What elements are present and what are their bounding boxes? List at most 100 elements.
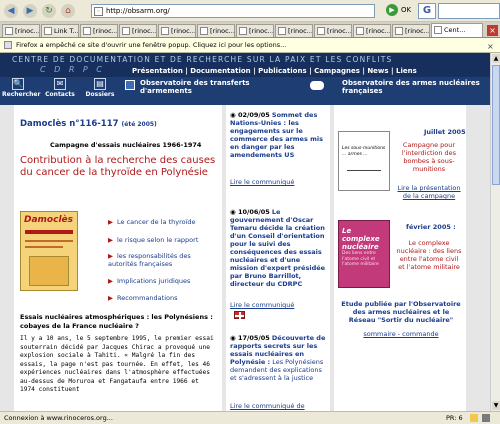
tab-favicon-icon [395,27,403,35]
tab[interactable]: [rinoc... [275,24,313,37]
study-text: Etude publiée par l'Observatoire des arm… [341,300,461,324]
tab-favicon-icon [356,27,364,35]
news-item: ◉ 10/06/05 Le gouvernement d'Oscar Temar… [230,208,326,288]
page-viewport: CENTRE DE DOCUMENTATION ET DE RECHERCHE … [0,53,490,411]
tab-active[interactable]: Cent... [431,23,483,37]
bullet-item[interactable]: ▶ les responsabilités des autorités franç… [108,252,216,268]
bullet-item[interactable]: ▶ Recommandations [108,294,178,302]
bullet-item[interactable]: ▶ le risque selon le rapport [108,236,198,244]
search-input[interactable] [438,3,500,19]
news-link[interactable]: Lire le communiqué de [230,402,305,410]
home-button[interactable]: ⌂ [61,4,75,18]
nav-liens[interactable]: Liens [396,67,417,75]
tab[interactable]: [rinoc... [119,24,157,37]
tab[interactable]: [rinoc... [197,24,235,37]
browser-window: ◀ ▶ ↻ ⌂ ◦ http://obsarm.org/ ▶ OK G [rin… [0,0,500,424]
arrow-icon: ▶ [108,294,113,302]
order-links[interactable]: sommaire - commande [340,330,462,338]
tab[interactable]: [rinoc... [80,24,118,37]
arrow-icon: ▶ [108,277,113,285]
close-icon[interactable]: × [487,40,494,52]
sidebar-column: Les sous-munitions ... armes ... Juillet… [334,105,466,411]
rechercher-button[interactable]: 🔍 Rechercher [2,78,40,98]
url-bar[interactable]: ◦ http://obsarm.org/ [91,4,375,18]
scroll-down-icon[interactable]: ▼ [492,401,500,410]
news-date: ◉ 02/09/05 [230,111,270,119]
scroll-up-icon[interactable]: ▲ [492,54,500,63]
bullet-item[interactable]: ▶ Implications juridiques [108,277,190,285]
month-label: Juillet 2005 [424,128,466,136]
nav-presentation[interactable]: Présentation [132,67,183,75]
tab-favicon-icon [161,27,169,35]
tab-favicon-icon [239,27,247,35]
headline[interactable]: Contribution à la recherche des causes d… [20,155,216,179]
home-icon: ⌂ [65,6,71,16]
tab-bar: [rinoc... Link T... [rinoc... [rinoc... … [0,22,500,38]
contacts-button[interactable]: ✉ Contacts [44,78,76,98]
popup-blocked-message: Firefox a empêché ce site d'ouvrir une f… [16,41,287,49]
complexe-nucleaire-cover[interactable]: Le complexe nucléaire Des liens entre l'… [338,220,390,288]
site-banner: CENTRE DE DOCUMENTATION ET DE RECHERCHE … [0,53,490,77]
reload-button[interactable]: ↻ [42,4,56,18]
forward-button[interactable]: ▶ [23,4,37,18]
cover-title: Damoclès [24,215,73,225]
tab[interactable]: [rinoc... [236,24,274,37]
cover-title: Le complexe nucléaire [342,227,380,251]
arrow-icon: ▶ [108,218,113,226]
campaign-link[interactable]: Lire la présentation de la campagne [396,184,462,200]
news-date: ◉ 17/05/05 [230,334,270,342]
book-description[interactable]: Le complexe nucléaire : des liens entre … [396,239,462,271]
resize-grip-icon[interactable] [482,414,490,422]
site-logo[interactable]: C D R P C [40,65,105,74]
tab-favicon-icon [200,27,208,35]
arrow-icon: ▶ [108,252,113,260]
tab-favicon-icon [83,27,91,35]
search-engine-icon[interactable]: G [418,3,436,19]
bullet-item[interactable]: ▶ Le cancer de la thyroïde [108,218,196,226]
tab-favicon-icon [122,27,130,35]
sous-munitions-cover[interactable]: Les sous-munitions ... armes ... [338,131,390,191]
status-text: Connexion à www.rinoceros.org... [4,414,113,422]
nav-documentation[interactable]: Documentation [190,67,250,75]
globe-icon [125,80,135,90]
issue-date: (été 2005) [121,121,157,128]
nav-news[interactable]: News [367,67,388,75]
pagerank-indicator: PR: 6 [446,414,463,422]
obs-nucleaires-link[interactable]: Observatoire des armes nucléaires frança… [342,79,482,95]
dossiers-button[interactable]: ▤ Dossiers [84,78,116,98]
vertical-scrollbar[interactable]: ▲ ▼ [490,53,500,411]
scrollbar-thumb[interactable] [492,65,500,185]
obs-transferts-link[interactable]: Observatoire des transferts d'armements [140,79,270,95]
tab-favicon-icon [317,27,325,35]
cover-text: Les sous-munitions ... armes ... [342,146,386,157]
tab[interactable]: [rinoc... [314,24,352,37]
damocles-cover[interactable]: Damoclès [20,211,78,291]
tab[interactable]: [rinoc... [158,24,196,37]
news-title[interactable]: Le gouvernement d'Oscar Temaru décide la… [230,208,325,288]
navigation-toolbar: ◀ ▶ ↻ ⌂ ◦ http://obsarm.org/ ▶ OK G [0,0,500,22]
mail-icon: ✉ [54,78,66,90]
nav-campagnes[interactable]: Campagnes [314,67,360,75]
news-item: ◉ 17/05/05 Découverte de rapports secret… [230,334,326,382]
news-item: ◉ 02/09/05 Sommet des Nations-Unies : le… [230,111,326,159]
tab[interactable]: [rinoc... [392,24,430,37]
nav-publications[interactable]: Publications [258,67,307,75]
popup-blocked-bar[interactable]: Firefox a empêché ce site d'ouvrir une f… [0,38,500,53]
go-button[interactable]: OK [401,6,411,14]
tab[interactable]: [rinoc... [353,24,391,37]
tab-favicon-icon [5,27,13,35]
tab[interactable]: [rinoc... [2,24,40,37]
reload-icon: ↻ [45,6,53,16]
back-icon: ◀ [7,6,15,16]
tab[interactable]: Link T... [41,24,79,37]
search-icon: 🔍 [12,78,24,90]
news-link[interactable]: Lire le communiqué [230,178,294,186]
close-tab-icon[interactable]: × [487,25,498,36]
news-link[interactable]: Lire le communiqué [230,301,294,309]
go-icon[interactable]: ▶ [386,4,398,16]
flag-icon [234,311,245,319]
section-title: Essais nucléaires atmosphériques : les P… [20,313,213,330]
campaign-text[interactable]: Campagne pour l'interdiction des bombes … [396,141,462,173]
news-title[interactable]: Sommet des Nations-Unies : les engagemen… [230,111,323,159]
back-button[interactable]: ◀ [4,4,18,18]
